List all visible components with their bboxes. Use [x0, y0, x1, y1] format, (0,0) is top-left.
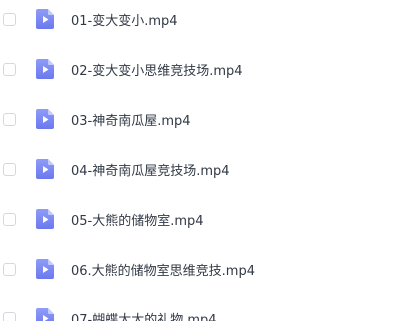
video-file-icon: [36, 109, 54, 129]
file-name[interactable]: 04-神奇南瓜屋竞技场.mp4: [71, 160, 230, 179]
file-row[interactable]: 06.大熊的储物室思维竞技.mp4: [0, 254, 394, 284]
file-checkbox[interactable]: [3, 212, 16, 226]
video-file-icon: [36, 159, 54, 179]
file-row[interactable]: 01-变大变小.mp4: [0, 4, 394, 34]
file-name[interactable]: 07-蝴蝶大大的礼物.mp4: [71, 309, 217, 321]
video-file-icon: [36, 209, 54, 229]
file-row[interactable]: 02-变大变小思维竞技场.mp4: [0, 54, 394, 84]
file-checkbox[interactable]: [3, 112, 16, 126]
file-name[interactable]: 06.大熊的储物室思维竞技.mp4: [71, 260, 255, 279]
file-checkbox[interactable]: [3, 62, 16, 76]
video-file-icon: [36, 9, 54, 29]
file-name[interactable]: 05-大熊的储物室.mp4: [71, 210, 204, 229]
file-row[interactable]: 03-神奇南瓜屋.mp4: [0, 104, 394, 134]
file-name[interactable]: 01-变大变小.mp4: [71, 10, 178, 29]
file-checkbox[interactable]: [3, 12, 16, 26]
file-row[interactable]: 04-神奇南瓜屋竞技场.mp4: [0, 154, 394, 184]
video-file-icon: [36, 259, 54, 279]
file-checkbox[interactable]: [3, 311, 16, 321]
video-file-icon: [36, 59, 54, 79]
file-row[interactable]: 07-蝴蝶大大的礼物.mp4: [0, 303, 394, 321]
file-checkbox[interactable]: [3, 162, 16, 176]
file-checkbox[interactable]: [3, 262, 16, 276]
file-row[interactable]: 05-大熊的储物室.mp4: [0, 204, 394, 234]
file-name[interactable]: 03-神奇南瓜屋.mp4: [71, 110, 191, 129]
video-file-icon: [36, 308, 54, 321]
file-name[interactable]: 02-变大变小思维竞技场.mp4: [71, 60, 243, 79]
file-list: 01-变大变小.mp4 02-变大变小思维竞技场.mp4 03-神奇南瓜屋.mp…: [0, 0, 394, 321]
